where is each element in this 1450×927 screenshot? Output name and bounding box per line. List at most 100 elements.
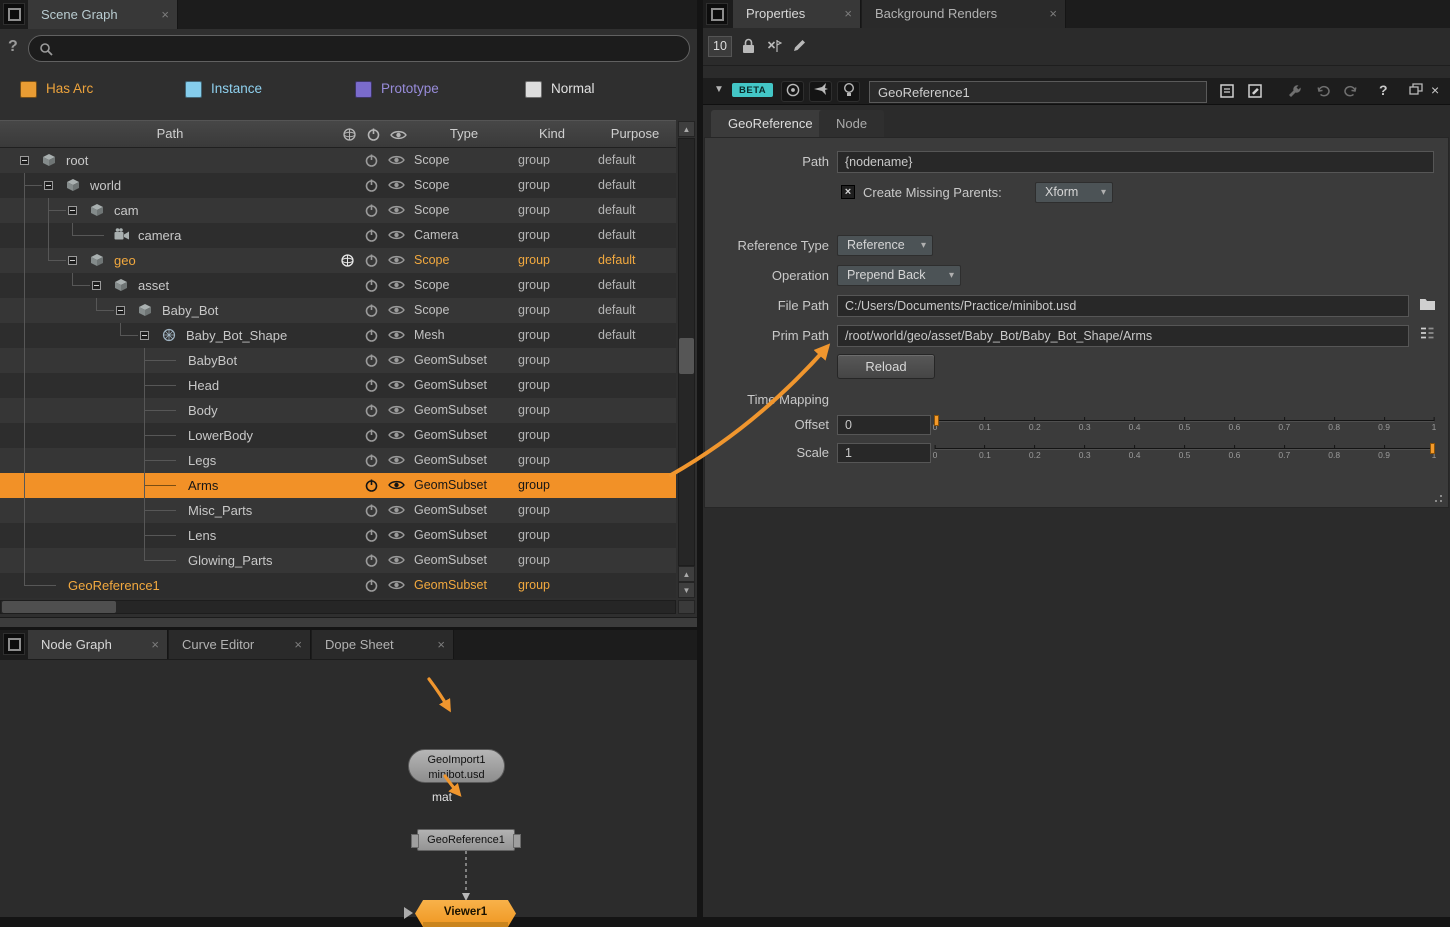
node-name-field[interactable] [869, 81, 1207, 103]
scene-graph-row[interactable]: Misc_PartsGeomSubsetgroup [0, 498, 676, 523]
tab-scene-graph[interactable]: Scene Graph × [28, 0, 178, 29]
scene-graph-row[interactable]: worldScopegroupdefault [0, 173, 676, 198]
power-icon[interactable] [364, 553, 379, 571]
disclosure-triangle-icon[interactable]: ▼ [714, 84, 724, 95]
eye-icon[interactable] [388, 504, 405, 519]
help-icon[interactable]: ? [1379, 82, 1388, 98]
power-icon[interactable] [364, 453, 379, 471]
tab-node[interactable]: Node [819, 110, 884, 137]
power-icon[interactable] [364, 578, 379, 596]
eye-icon[interactable] [388, 254, 405, 269]
search-input[interactable] [59, 37, 679, 60]
scene-graph-row[interactable]: cameraCameragroupdefault [0, 223, 676, 248]
power-column-icon[interactable] [366, 127, 381, 145]
scene-graph-row[interactable]: LensGeomSubsetgroup [0, 523, 676, 548]
lock-icon[interactable] [741, 38, 756, 59]
jet-icon[interactable] [809, 81, 832, 102]
lightbulb-icon[interactable] [837, 81, 860, 102]
eye-icon[interactable] [388, 579, 405, 594]
tab-dope-sheet[interactable]: Dope Sheet × [312, 630, 454, 659]
eye-icon[interactable] [388, 179, 405, 194]
panel-menu-icon[interactable] [3, 3, 25, 25]
scene-graph-row[interactable]: HeadGeomSubsetgroup [0, 373, 676, 398]
scene-graph-row[interactable]: geoScopegroupdefault [0, 248, 676, 273]
eye-icon[interactable] [388, 329, 405, 344]
parameter-edit-icon[interactable] [1247, 83, 1265, 104]
eye-icon[interactable] [388, 454, 405, 469]
prim-path-field[interactable] [837, 325, 1409, 347]
close-icon[interactable]: × [437, 630, 445, 659]
power-icon[interactable] [364, 253, 379, 271]
panel-splitter[interactable] [0, 617, 697, 627]
scene-graph-row[interactable]: rootScopegroupdefault [0, 148, 676, 173]
eye-icon[interactable] [388, 379, 405, 394]
arc-column-icon[interactable] [342, 127, 357, 145]
power-icon[interactable] [364, 428, 379, 446]
panel-menu-icon[interactable] [3, 633, 25, 655]
eye-column-icon[interactable] [390, 129, 407, 144]
scene-graph-row[interactable]: Baby_BotScopegroupdefault [0, 298, 676, 323]
eye-icon[interactable] [388, 154, 405, 169]
power-icon[interactable] [364, 153, 379, 171]
power-icon[interactable] [364, 203, 379, 221]
power-icon[interactable] [364, 328, 379, 346]
scene-graph-row[interactable]: GeoReference1GeomSubsetgroup [0, 573, 676, 598]
close-icon[interactable]: × [294, 630, 302, 659]
tab-background-renders[interactable]: Background Renders × [862, 0, 1066, 28]
create-missing-parents-checkbox[interactable]: × [841, 185, 855, 199]
expander-icon[interactable] [116, 306, 125, 315]
wrench-icon[interactable] [1287, 83, 1303, 104]
horizontal-scrollbar-thumb[interactable] [2, 601, 116, 613]
tab-properties[interactable]: Properties × [733, 0, 861, 28]
pencil-icon[interactable] [792, 38, 807, 58]
close-icon[interactable]: × [1049, 0, 1057, 28]
power-icon[interactable] [364, 403, 379, 421]
file-path-field[interactable] [837, 295, 1409, 317]
power-icon[interactable] [364, 303, 379, 321]
scroll-up-button-bottom[interactable]: ▲ [678, 566, 695, 582]
power-icon[interactable] [364, 528, 379, 546]
node-graph-canvas[interactable]: GeoImport1 minibot.usd mat GeoReference1… [0, 660, 697, 917]
vertical-scrollbar-thumb[interactable] [679, 338, 694, 374]
close-icon[interactable]: × [844, 0, 852, 28]
folder-browse-icon[interactable] [1415, 295, 1439, 317]
clear-state-icon[interactable] [766, 38, 782, 59]
eye-icon[interactable] [388, 554, 405, 569]
close-icon[interactable]: × [151, 630, 159, 659]
float-panel-icon[interactable] [1409, 83, 1423, 101]
power-icon[interactable] [364, 228, 379, 246]
expander-icon[interactable] [44, 181, 53, 190]
parameter-view-icon[interactable] [1219, 83, 1237, 104]
expander-icon[interactable] [92, 281, 101, 290]
power-icon[interactable] [364, 278, 379, 296]
tab-curve-editor[interactable]: Curve Editor × [169, 630, 311, 659]
undo-icon[interactable] [1315, 83, 1331, 104]
eye-icon[interactable] [388, 479, 405, 494]
expander-icon[interactable] [68, 206, 77, 215]
scene-graph-row[interactable]: ArmsGeomSubsetgroup [0, 473, 676, 498]
viewer-node[interactable]: Viewer1 [415, 900, 516, 927]
scene-graph-row[interactable]: BabyBotGeomSubsetgroup [0, 348, 676, 373]
scene-graph-row[interactable]: BodyGeomSubsetgroup [0, 398, 676, 423]
frame-value[interactable]: 10 [708, 36, 732, 57]
offset-field[interactable] [837, 415, 931, 435]
expander-icon[interactable] [140, 331, 149, 340]
power-icon[interactable] [364, 503, 379, 521]
scroll-down-button[interactable]: ▼ [678, 582, 695, 598]
power-icon[interactable] [364, 178, 379, 196]
resize-grip[interactable] [1430, 490, 1442, 502]
operation-dropdown[interactable]: Prepend Back ▾ [837, 265, 961, 286]
search-bar[interactable] [28, 35, 690, 62]
tab-georeference[interactable]: GeoReference [711, 110, 830, 137]
geo-import-node[interactable]: GeoImport1 minibot.usd [408, 749, 505, 783]
scale-field[interactable] [837, 443, 931, 463]
scene-graph-row[interactable]: assetScopegroupdefault [0, 273, 676, 298]
expander-icon[interactable] [20, 156, 29, 165]
help-icon[interactable]: ? [8, 38, 18, 56]
eye-icon[interactable] [388, 429, 405, 444]
scene-graph-row[interactable]: camScopegroupdefault [0, 198, 676, 223]
panel-menu-icon[interactable] [706, 3, 728, 25]
close-icon[interactable]: × [161, 0, 169, 29]
scroll-up-button[interactable]: ▲ [678, 121, 695, 137]
scene-graph-row[interactable]: Glowing_PartsGeomSubsetgroup [0, 548, 676, 573]
